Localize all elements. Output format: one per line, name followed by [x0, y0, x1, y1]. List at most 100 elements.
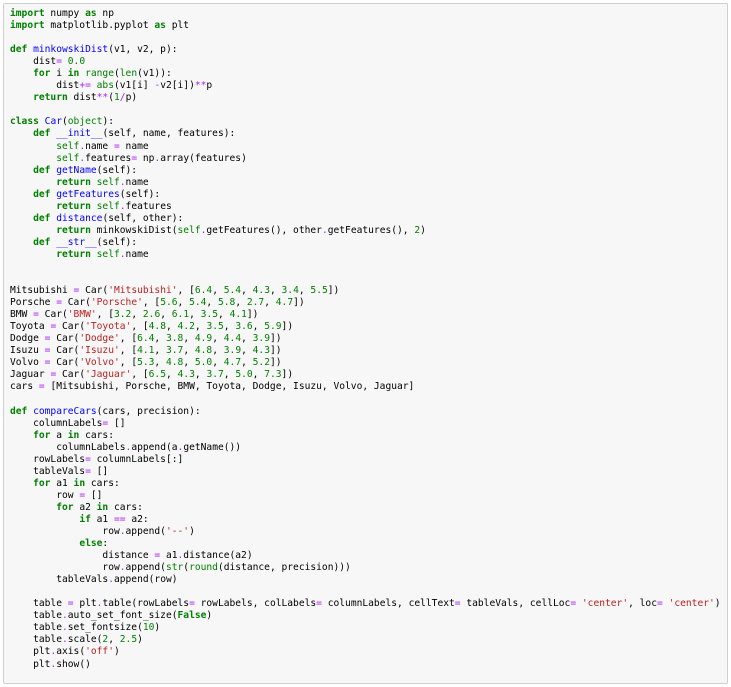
operator: ==	[113, 513, 126, 525]
string-literal: 'center'	[581, 598, 629, 610]
code-text: , [	[119, 357, 138, 369]
number-literal: 4.3	[177, 369, 195, 381]
code-text: cars	[10, 381, 39, 393]
code-text: [Mitsubishi, Porsche, BMW, Toyota, Dodge…	[44, 381, 415, 393]
code-cell[interactable]: import numpy as np import matplotlib.pypl…	[3, 3, 728, 684]
builtin: object	[67, 116, 103, 128]
keyword: as	[154, 20, 166, 32]
code-line: def distance(self, other):	[10, 213, 721, 225]
code-line: Isuzu = Car('Isuzu', [4.1, 3.7, 4.8, 3.9…	[10, 345, 721, 357]
code-text: ,	[212, 357, 224, 369]
code-text: ])	[269, 345, 282, 357]
number-literal: 6.1	[171, 309, 190, 321]
code-line: return dist**(1/p)	[10, 92, 721, 104]
code-text: ,	[241, 345, 253, 357]
code-line: return self.name	[10, 177, 721, 189]
code-text: row	[10, 526, 120, 538]
code-text: distance	[10, 550, 155, 562]
code-text: []	[90, 465, 109, 477]
number-literal: 3.9	[223, 345, 242, 357]
code-text: ])	[246, 309, 259, 321]
number-literal: 4.3	[252, 285, 270, 297]
number-literal: 5.0	[194, 357, 213, 369]
number-literal: 4.3	[252, 345, 270, 357]
code-line: import numpy as np	[10, 8, 721, 20]
code-text: table	[10, 598, 68, 610]
keyword: return	[33, 92, 68, 104]
code-text: )	[206, 610, 213, 622]
keyword: def	[33, 188, 51, 200]
code-text: columnLabels	[10, 441, 126, 453]
number-literal: 3.6	[235, 321, 253, 333]
code-text: ,	[194, 369, 207, 381]
code-text: (self):	[96, 164, 138, 176]
code-text: columnLabels[:]	[90, 453, 184, 465]
code-line: self.features= np.array(features)	[10, 153, 721, 165]
number-literal: 0.0	[67, 56, 86, 68]
operator: **	[194, 80, 207, 92]
code-text: ,	[160, 309, 172, 321]
code-text: )	[420, 224, 426, 236]
code-text: cars:	[79, 429, 114, 441]
number-literal: 2.7	[246, 297, 265, 309]
code-text: :	[102, 538, 109, 550]
code-line: Dodge = Car('Dodge', [6.4, 3.8, 4.9, 4.4…	[10, 333, 721, 345]
keyword: def	[33, 212, 51, 224]
keyword: for	[33, 477, 51, 489]
code-text: name	[125, 176, 149, 188]
code-line: BMW = Car('BMW', [3.2, 2.6, 6.1, 3.5, 4.…	[10, 309, 721, 321]
code-text: tableVals	[10, 465, 86, 477]
code-text: ,	[218, 309, 230, 321]
number-literal: 4.8	[165, 357, 184, 369]
code-text: ,	[165, 369, 178, 381]
code-text: rowLabels	[10, 453, 86, 465]
keyword: def	[33, 128, 51, 140]
number-literal: 4.8	[148, 321, 166, 333]
code-text: a1	[160, 550, 178, 562]
code-text: (v1[i]	[113, 80, 155, 92]
code-text: getName())	[183, 441, 242, 453]
code-text: ):	[102, 116, 114, 128]
code-text: getFeatures(),	[327, 224, 415, 236]
builtin: str	[165, 562, 184, 574]
code-text: ,	[183, 345, 195, 357]
code-text: (cars, precision):	[96, 405, 201, 417]
code-text: minkowskiDist(	[90, 224, 178, 236]
builtin: range	[85, 68, 114, 80]
code-text: )	[189, 526, 195, 538]
code-text: , [	[119, 333, 138, 345]
number-literal: 4.7	[275, 297, 294, 309]
keyword: return	[56, 224, 91, 236]
code-text: table	[10, 634, 62, 646]
string-literal: 'center'	[668, 598, 715, 610]
code-line: row.append('--')	[10, 526, 721, 538]
number-literal: 3.4	[281, 285, 299, 297]
code-text: columnLabels, cellText	[321, 598, 455, 610]
keyword: def	[33, 164, 51, 176]
code-line: columnLabels= []	[10, 418, 721, 430]
code-editor[interactable]: import numpy as np import matplotlib.pypl…	[10, 8, 721, 683]
code-text: Car(	[50, 345, 80, 357]
code-text: ,	[183, 357, 195, 369]
code-text: ,	[177, 297, 190, 309]
keyword: import	[10, 8, 45, 19]
code-text: ,	[194, 321, 207, 333]
builtin: abs	[96, 80, 114, 92]
code-text: columnLabels	[10, 417, 103, 429]
code-text: dist	[10, 56, 57, 68]
code-text: (self):	[119, 188, 161, 200]
builtin: self	[96, 248, 120, 260]
code-text: ,	[241, 285, 253, 297]
function-name: getFeatures	[56, 188, 120, 200]
string-literal: 'off'	[85, 646, 114, 658]
code-line: return self.features	[10, 201, 721, 213]
